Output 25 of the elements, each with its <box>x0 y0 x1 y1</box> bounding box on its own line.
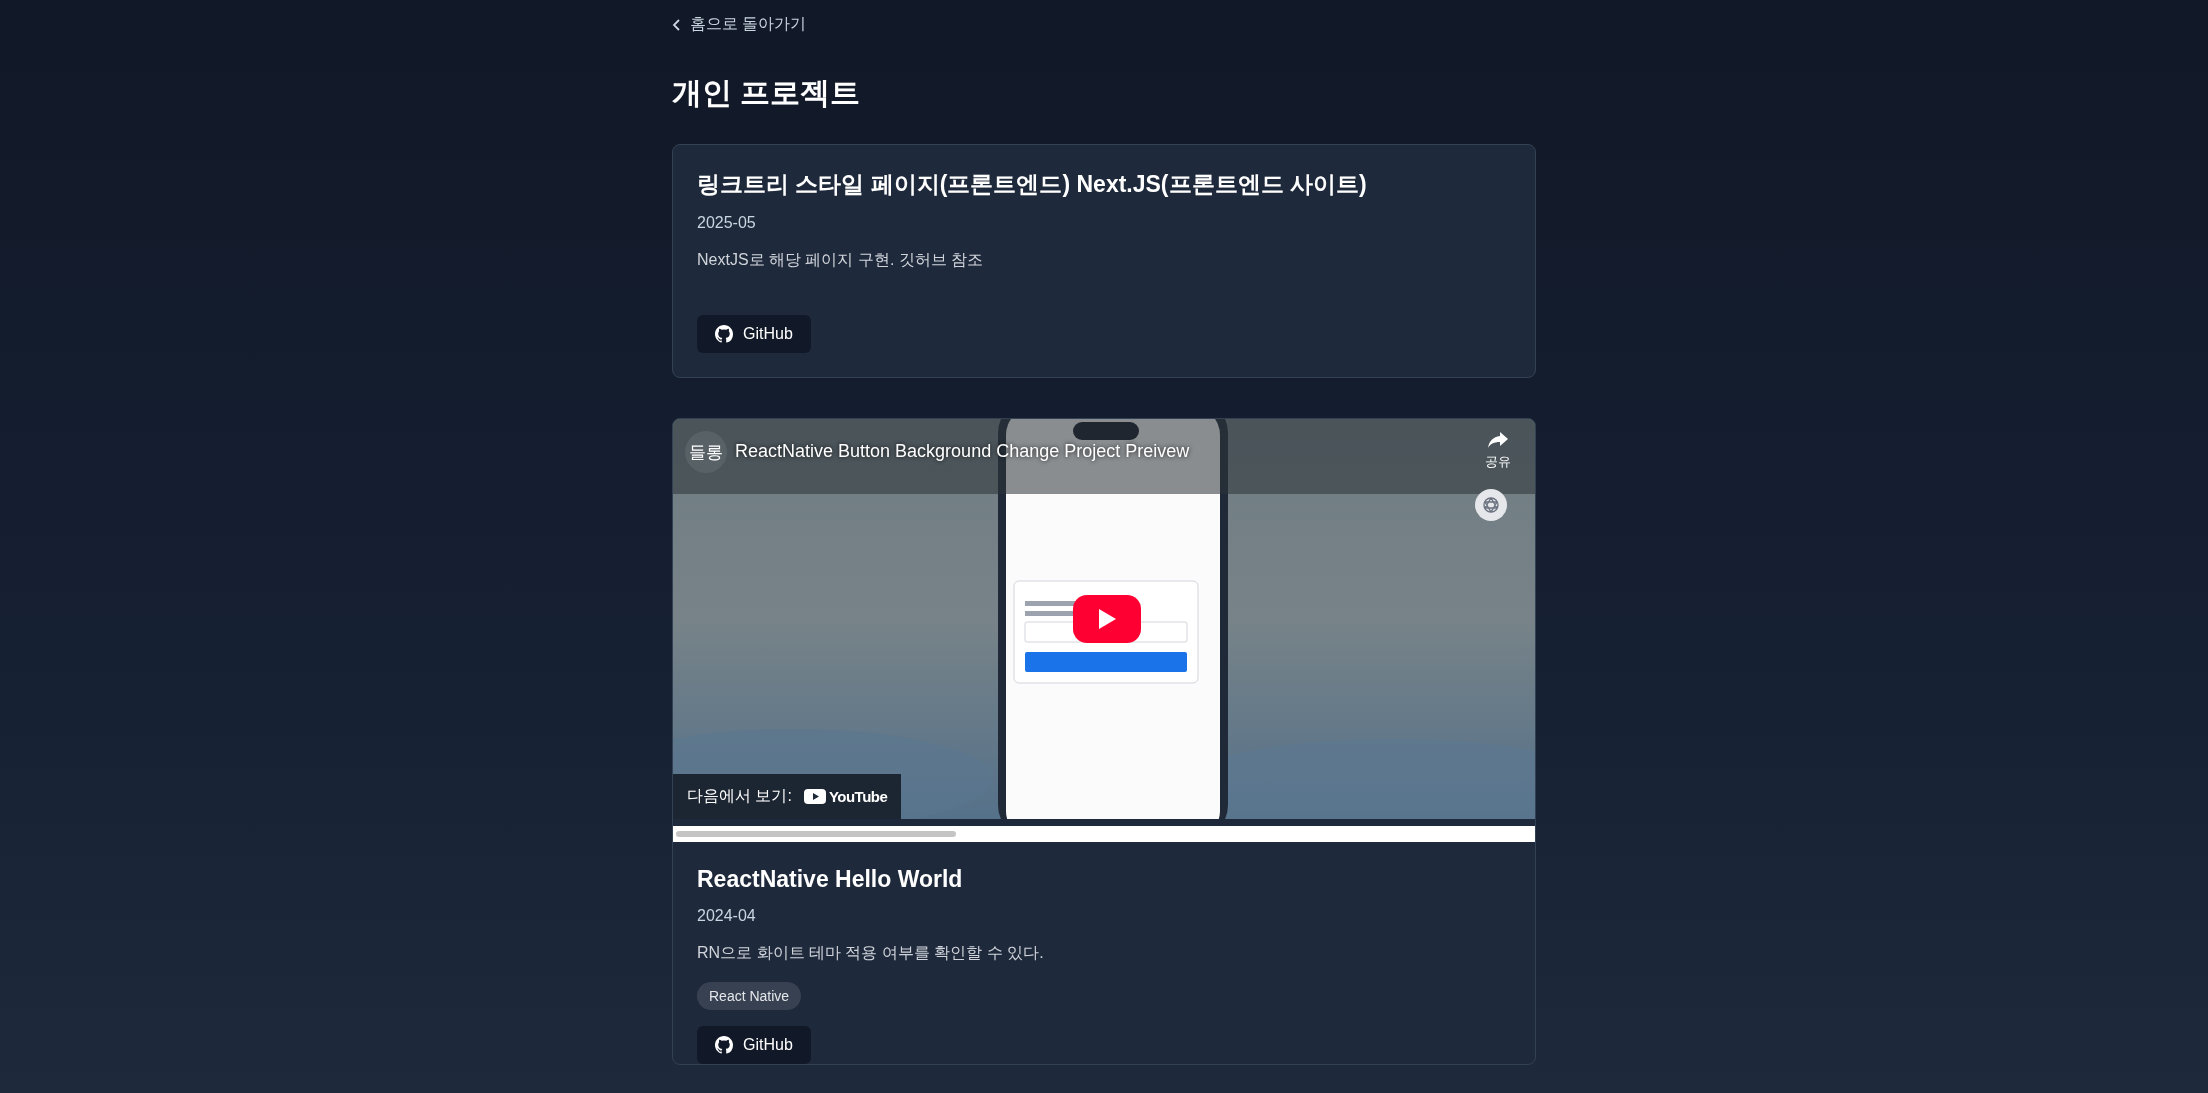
github-icon <box>715 325 733 343</box>
watch-on-youtube-link[interactable]: 다음에서 보기: YouTube <box>673 774 902 819</box>
play-icon <box>1097 608 1117 630</box>
scrollbar-thumb[interactable] <box>676 831 956 837</box>
project-description: NextJS로 해당 페이지 구현. 깃허브 참조 <box>697 250 984 270</box>
scrollbar[interactable] <box>673 826 1535 842</box>
project-title: 링크트리 스타일 페이지(프론트엔드) Next.JS(프론트엔드 사이트) <box>697 170 1367 199</box>
share-button[interactable]: 공유 <box>1483 429 1513 473</box>
project-description: RN으로 화이트 테마 적용 여부를 확인할 수 있다. <box>697 943 1044 963</box>
github-button[interactable]: GitHub <box>697 1026 811 1064</box>
project-title: ReactNative Hello World <box>697 866 963 893</box>
play-icon <box>803 789 826 804</box>
play-button[interactable] <box>1073 595 1141 643</box>
github-button[interactable]: GitHub <box>697 315 811 353</box>
chevron-left-icon <box>672 17 682 32</box>
page-title: 개인 프로젝트 <box>672 75 862 111</box>
back-link[interactable]: 홈으로 돌아가기 <box>672 10 807 39</box>
youtube-wordmark: YouTube <box>828 788 888 805</box>
tech-tag: React Native <box>697 982 802 1010</box>
project-date: 2024-04 <box>697 907 756 925</box>
watch-on-label: 다음에서 보기: <box>687 786 792 806</box>
project-date: 2025-05 <box>697 214 756 232</box>
github-icon <box>715 1036 733 1054</box>
share-icon <box>1487 431 1509 449</box>
knot-icon <box>1481 495 1501 515</box>
